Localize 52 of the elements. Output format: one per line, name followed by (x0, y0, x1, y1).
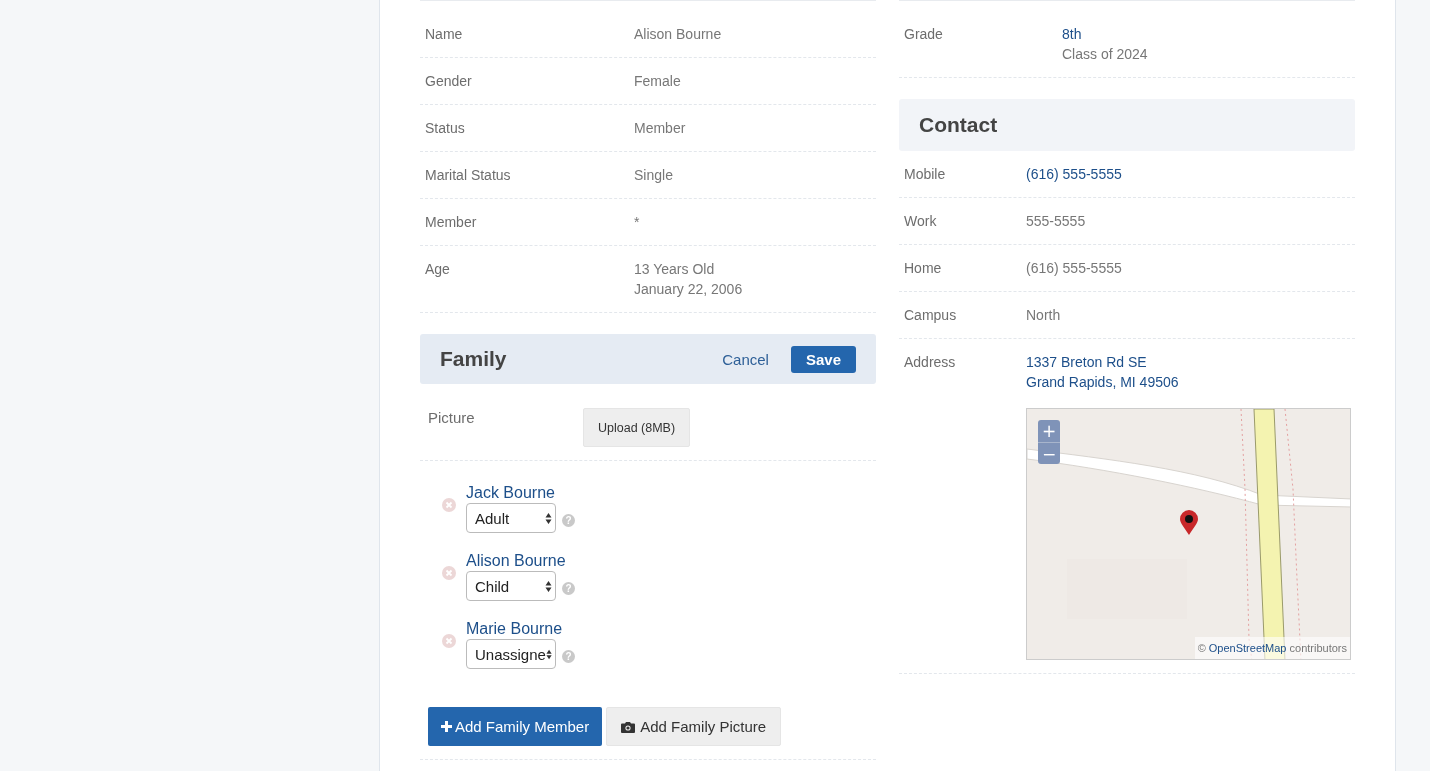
field-label: Status (425, 119, 466, 138)
field-label: Mobile (904, 165, 947, 184)
remove-icon[interactable] (442, 634, 456, 648)
value-link[interactable]: 8th (1062, 24, 1082, 44)
member-name[interactable]: Marie Bourne (466, 619, 563, 639)
field-value: Class of 2024 (1062, 45, 1148, 64)
camera-icon (621, 720, 636, 733)
field-value: * (634, 213, 640, 232)
field-label: Age (425, 260, 451, 279)
field-label: Member (425, 213, 478, 232)
field-value: North (1026, 306, 1061, 325)
section-title: Contact (919, 113, 998, 137)
field-label: Gender (425, 72, 473, 91)
field-value: January 22, 2006 (634, 280, 743, 299)
caret-icon (545, 647, 552, 661)
upload-button[interactable]: Upload (8MB) (583, 408, 691, 447)
remove-icon[interactable] (442, 498, 456, 512)
add-member-button[interactable]: Add Family Member (428, 707, 603, 746)
field-value: Single (634, 166, 673, 185)
value-link[interactable]: Grand Rapids, MI 49506 (1026, 372, 1179, 392)
remove-icon[interactable] (442, 566, 456, 580)
value-link[interactable]: (616) 555-5555 (1026, 164, 1122, 184)
add-picture-button[interactable]: Add Family Picture (606, 707, 782, 746)
field-value: Alison Bourne (634, 25, 722, 44)
member-name[interactable]: Jack Bourne (466, 483, 555, 503)
field-value: Member (634, 119, 686, 138)
plus-icon (441, 721, 452, 732)
value-link[interactable]: 1337 Breton Rd SE (1026, 352, 1147, 372)
role-select[interactable]: Adult (466, 503, 556, 533)
save-button[interactable]: Save (790, 345, 856, 373)
section-title: Family (440, 347, 508, 371)
field-label: Name (425, 25, 464, 44)
attribution-link[interactable]: OpenStreetMap (1208, 642, 1287, 654)
field-value: 555-5555 (1026, 212, 1086, 231)
caret-icon (545, 511, 552, 525)
field-label: Grade (904, 25, 944, 44)
member-name[interactable]: Alison Bourne (466, 551, 566, 571)
field-label: Picture (428, 408, 476, 428)
field-label: Campus (904, 306, 958, 325)
cancel-link[interactable]: Cancel (722, 350, 769, 368)
field-label: Marital Status (425, 166, 512, 185)
role-select[interactable]: Unassigne (466, 639, 556, 669)
field-value: 13 Years Old (634, 260, 715, 279)
map-attribution: © OpenStreetMap contributors (1194, 637, 1350, 659)
field-value: Female (634, 72, 681, 91)
field-label: Work (904, 212, 938, 231)
caret-icon (545, 579, 552, 593)
field-value: (616) 555-5555 (1026, 259, 1122, 278)
field-label: Address (904, 353, 957, 372)
field-label: Home (904, 259, 943, 278)
role-select[interactable]: Child (466, 571, 556, 601)
map-marker-icon (1180, 510, 1198, 535)
